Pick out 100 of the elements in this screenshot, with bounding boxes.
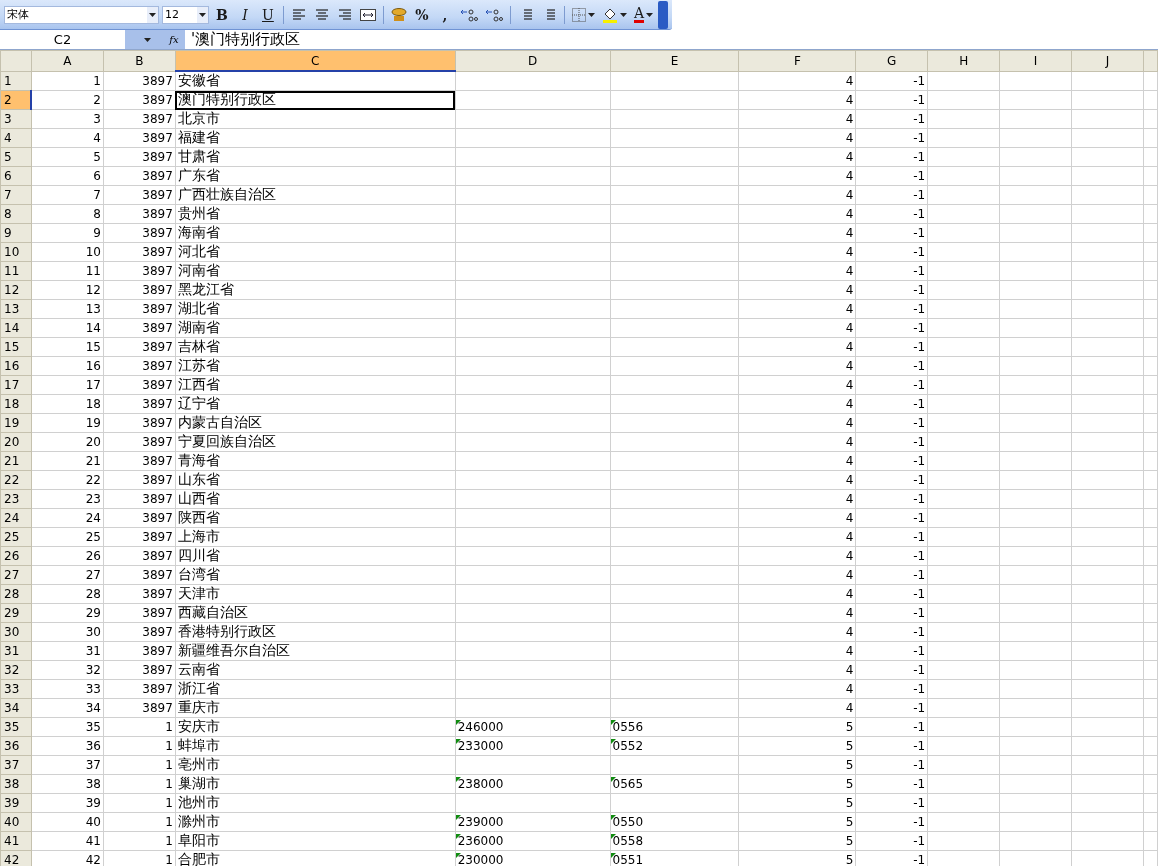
font-size-field[interactable]: 12: [161, 5, 209, 24]
table-cell-text: 14: [84, 321, 102, 335]
table-cell-text: 7: [92, 188, 102, 202]
table-cell-text: 重庆市: [176, 699, 221, 717]
text-button[interactable]: %: [411, 3, 432, 26]
table-cell-text: -1: [912, 739, 927, 753]
column-header[interactable]: E: [610, 50, 739, 71]
table-cell-text: 4: [844, 473, 855, 487]
table-cell-text: 3897: [141, 492, 174, 506]
align-left-icon: [291, 8, 306, 21]
table-cell-text: 河北省: [176, 243, 221, 261]
table-cell-text: -1: [912, 796, 927, 810]
table-cell-text: 1: [164, 720, 174, 734]
caret-icon: [619, 12, 627, 17]
table-cell-text: 安庆市: [176, 718, 221, 736]
caret-icon: [646, 12, 653, 17]
table-cell-text: 4: [844, 264, 855, 278]
table-cell-text: 5: [844, 834, 855, 848]
table-cell-text: 18: [84, 397, 102, 411]
table-cell-text: 云南省: [176, 661, 221, 679]
table-cell-text: -1: [912, 207, 927, 221]
table-cell-text: 北京市: [176, 110, 221, 128]
table-cell-text: 黑龙江省: [176, 281, 235, 299]
table-cell-text: 3: [92, 112, 102, 126]
table-cell-text: 4: [844, 73, 855, 88]
table-cell-text: 1: [164, 796, 174, 810]
table-cell-text: 江苏省: [176, 357, 221, 375]
table-cell-text: 湖南省: [176, 319, 221, 337]
insert-function-button[interactable]: fx: [169, 30, 185, 49]
table-cell-text: 福建省: [176, 129, 221, 147]
table-cell-text: 安徽省: [176, 72, 221, 90]
table-cell-text: 10: [84, 245, 102, 259]
table-cell-text: 21: [84, 454, 102, 468]
table-cell-text: 河南省: [176, 262, 221, 280]
italic-button[interactable]: I: [234, 3, 255, 26]
table-cell-text: -1: [912, 473, 927, 487]
table-cell-text: -1: [912, 397, 927, 411]
table-cell-text: 1: [164, 777, 174, 791]
table-cell-text: 12: [84, 283, 102, 297]
table-cell-text: -1: [912, 454, 927, 468]
table-cell-text: 4: [844, 150, 855, 164]
table-cell-text: 4: [844, 625, 855, 639]
table-cell-text: -1: [912, 321, 927, 335]
column-header[interactable]: C: [175, 50, 456, 71]
table-cell-text: -1: [912, 264, 927, 278]
text-button[interactable]: ,: [434, 3, 455, 26]
row-header[interactable]: 2: [0, 90, 32, 110]
table-cell-text: -1: [912, 188, 927, 202]
table-cell-text: 3897: [141, 264, 174, 278]
table-cell-text: 蚌埠市: [176, 737, 221, 755]
table-cell-text: 3897: [141, 663, 174, 677]
table-cell-text: -1: [912, 112, 927, 126]
table-cell-text: 5: [844, 853, 855, 866]
table-cell-text: 3897: [141, 188, 174, 202]
table-cell-text: 新疆维吾尔自治区: [176, 642, 291, 660]
column-header[interactable]: B: [103, 50, 176, 71]
table-cell-text: -1: [912, 777, 927, 791]
table-cell-text: 湖北省: [176, 300, 221, 318]
table-cell-text: -1: [912, 435, 927, 449]
table-cell-text: 3897: [141, 207, 174, 221]
table-cell-text: 3897: [141, 625, 174, 639]
table-cell-text: -1: [912, 815, 927, 829]
font-color-button[interactable]: A: [631, 3, 655, 26]
table-cell-text: 19: [84, 416, 102, 430]
table-cell-text: 3897: [141, 283, 174, 297]
font-name-field[interactable]: 宋体: [4, 5, 159, 24]
column-header[interactable]: J: [1071, 50, 1144, 71]
table-cell-text: 3897: [141, 150, 174, 164]
table-cell-text: 3897: [141, 454, 174, 468]
table-cell-text: -1: [912, 853, 927, 866]
toolbar-grip[interactable]: [658, 0, 668, 29]
table-cell-text: 3897: [141, 568, 174, 582]
table-cell-text: 25: [84, 530, 102, 544]
table-cell-text: 青海省: [176, 452, 221, 470]
table-cell-text: 4: [844, 321, 855, 335]
table-cell-text: 17: [84, 378, 102, 392]
caret-icon: [198, 12, 206, 17]
bold-button[interactable]: B: [211, 3, 232, 26]
table-cell-text: -1: [912, 511, 927, 525]
column-header[interactable]: G: [855, 50, 928, 71]
table-cell-text: -1: [912, 73, 927, 88]
table-cell-text: -1: [912, 169, 927, 183]
table-cell-text: 28: [84, 587, 102, 601]
table-cell-text: 3897: [141, 112, 174, 126]
table-cell-text: 32: [84, 663, 102, 677]
column-header[interactable]: A: [31, 50, 104, 71]
column-header[interactable]: I: [999, 50, 1072, 71]
column-header[interactable]: F: [738, 50, 856, 71]
table-cell-text: -1: [912, 93, 927, 107]
table-cell-text: 238000: [456, 777, 505, 791]
table-cell-text: 4: [844, 226, 855, 240]
column-header[interactable]: H: [927, 50, 1000, 71]
caret-icon: [148, 12, 156, 17]
column-header[interactable]: D: [455, 50, 611, 71]
table-cell-text: -1: [912, 245, 927, 259]
table-cell-text: 阜阳市: [176, 832, 221, 850]
table-cell-text: 1: [164, 853, 174, 866]
table-cell-text: 3897: [141, 397, 174, 411]
table-cell-text: 3897: [141, 73, 174, 88]
underline-button[interactable]: U: [257, 3, 278, 26]
